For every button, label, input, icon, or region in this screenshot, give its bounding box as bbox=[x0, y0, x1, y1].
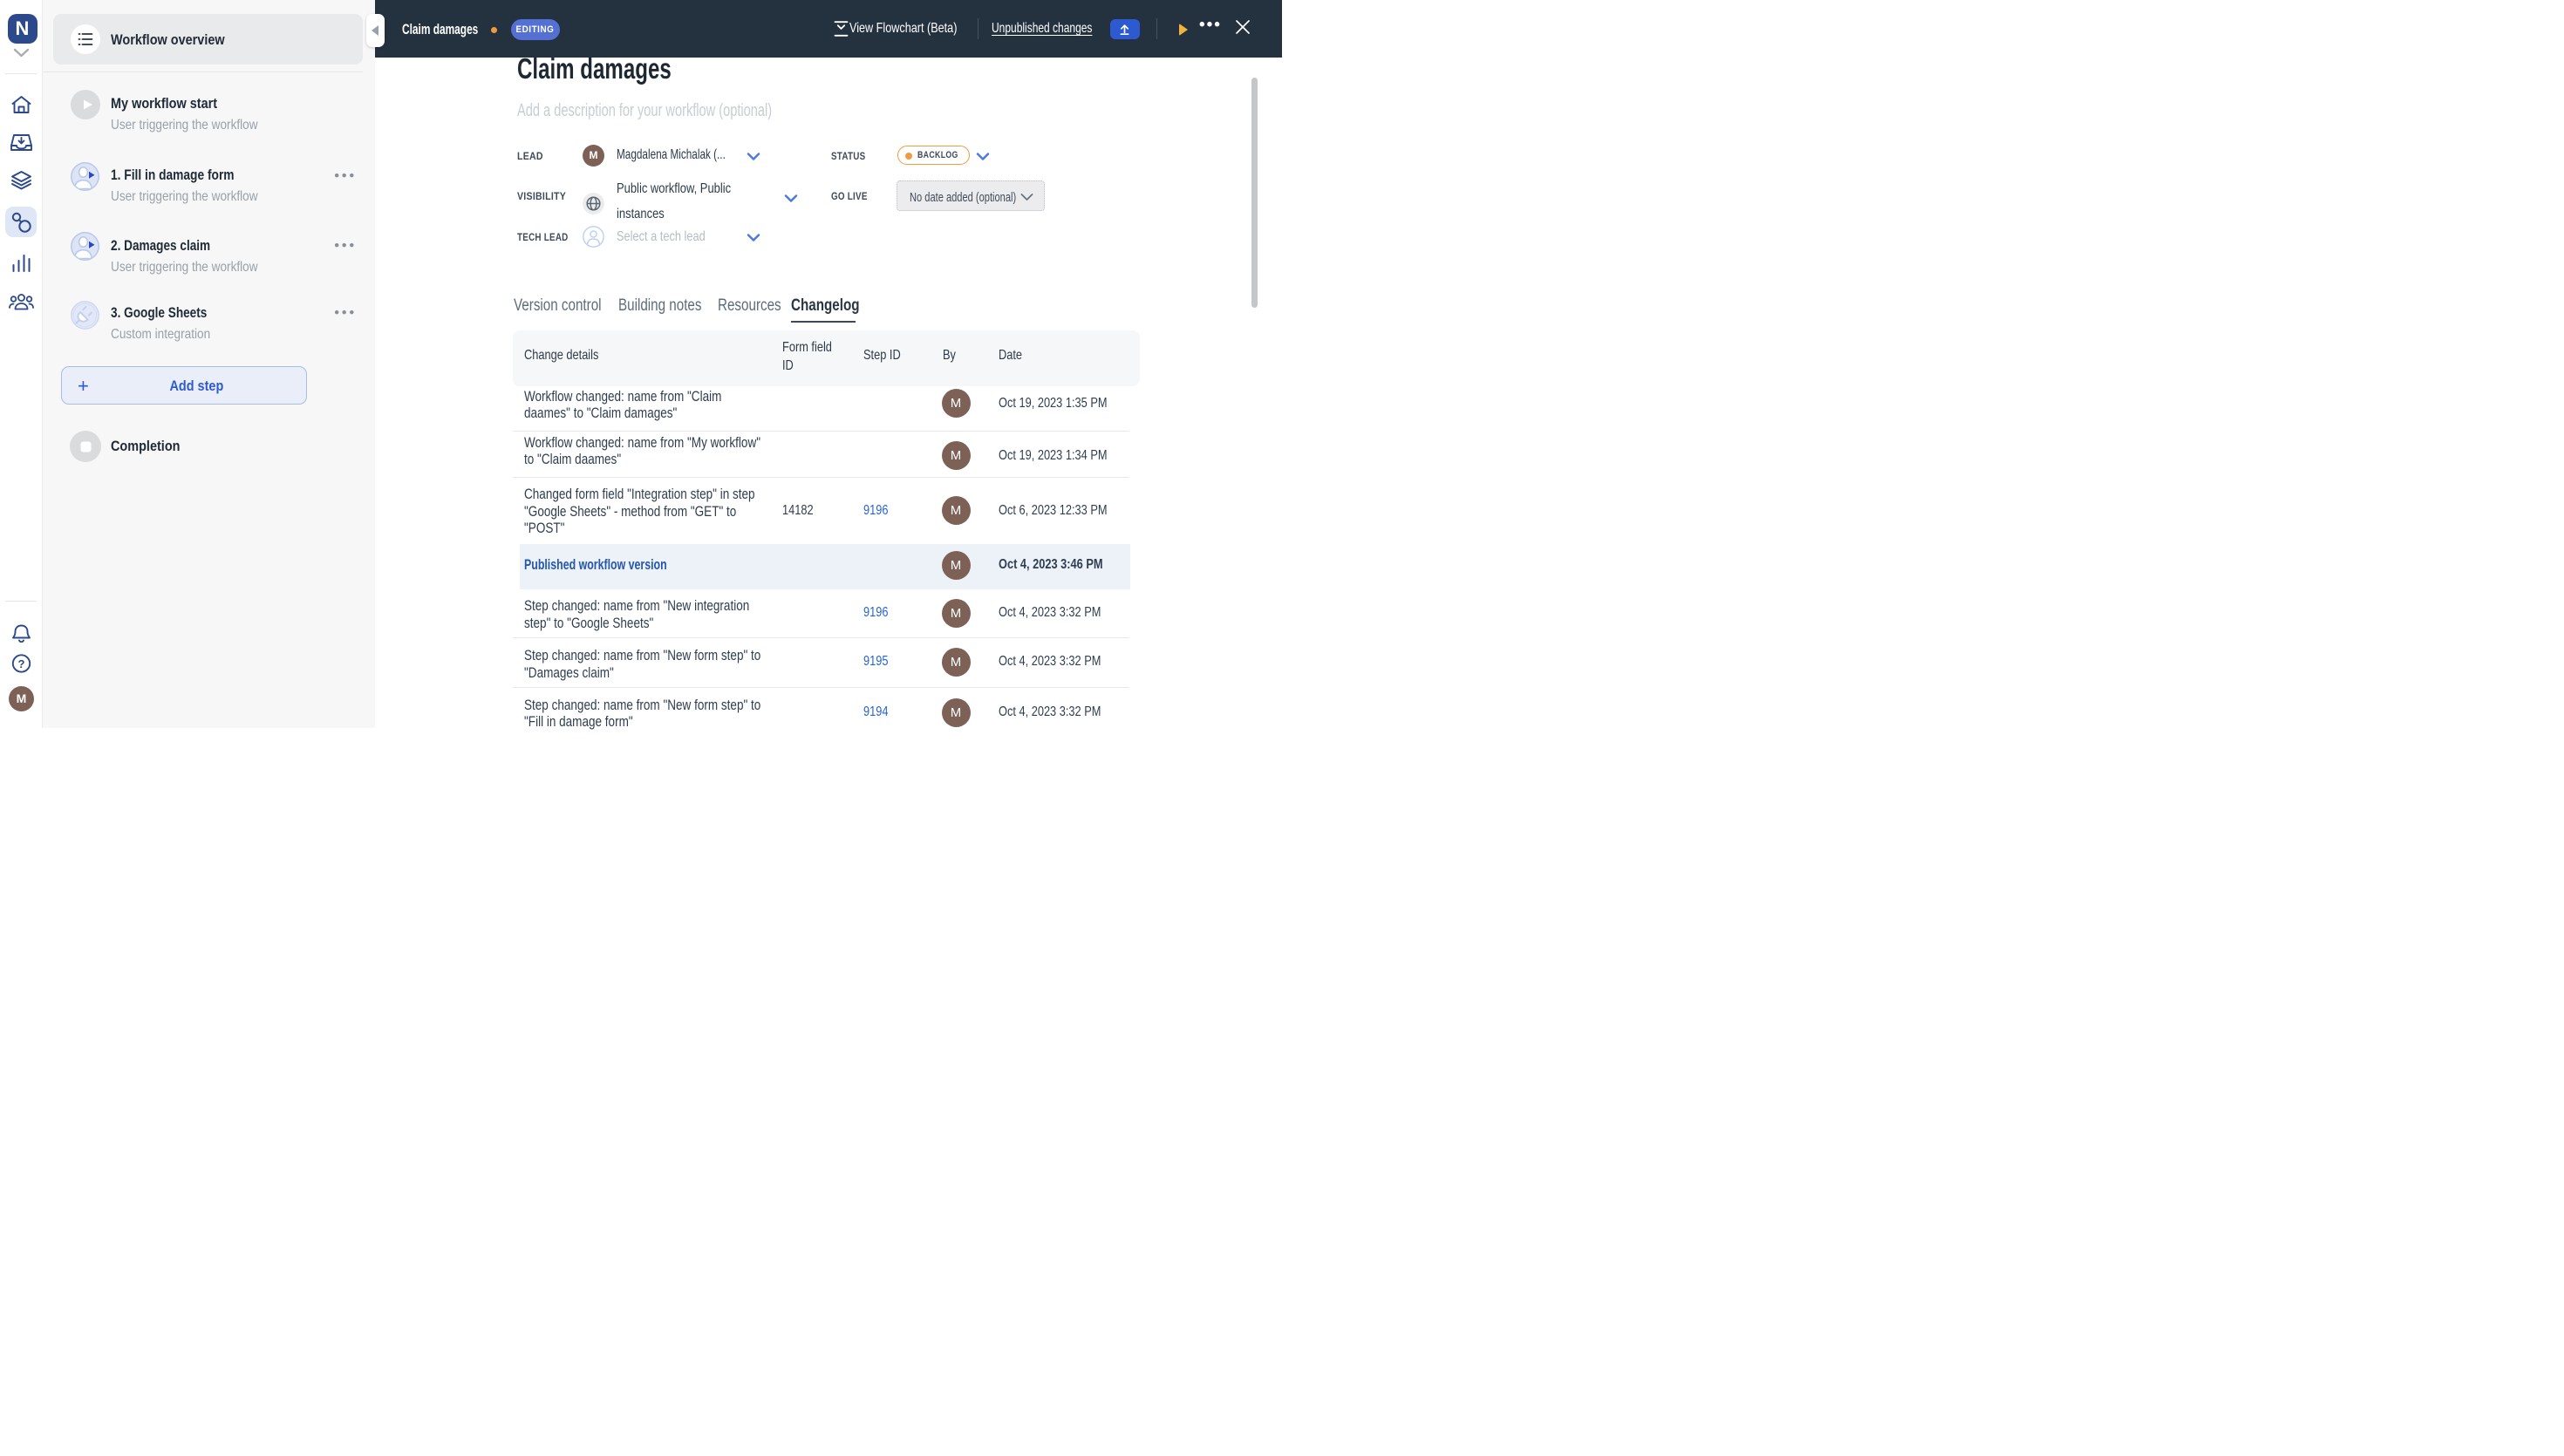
svg-text:?: ? bbox=[18, 657, 25, 670]
